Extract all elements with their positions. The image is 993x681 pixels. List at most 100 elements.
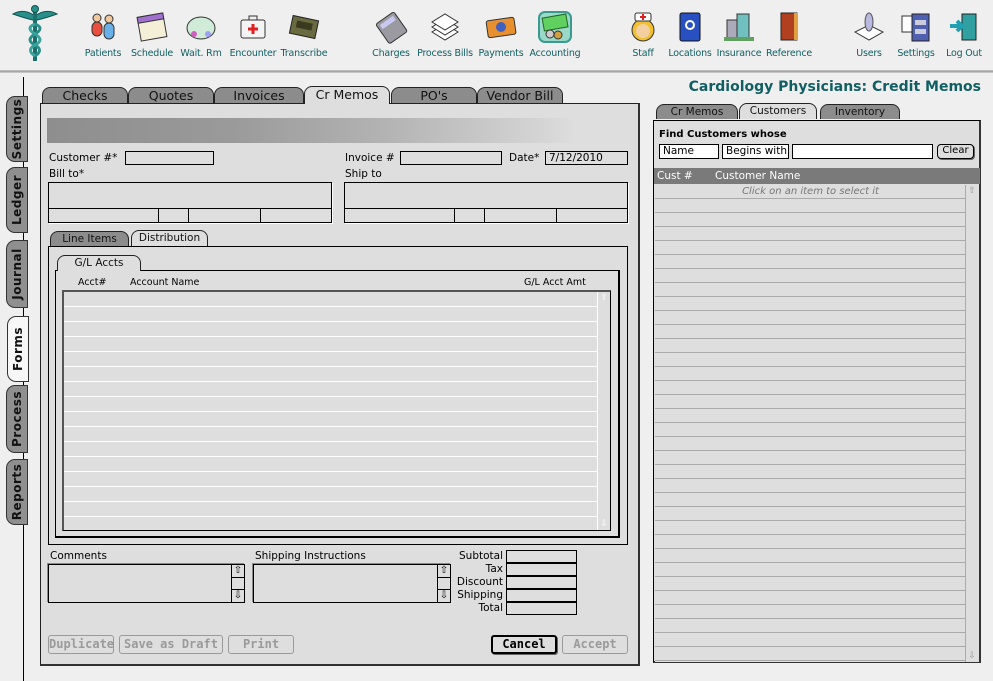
customer-table-row[interactable]: [655, 241, 966, 255]
gl-scrollbar[interactable]: ⇧ ⇩: [597, 292, 610, 530]
right-tab-cr-memos[interactable]: Cr Memos: [656, 104, 738, 119]
gl-table-row[interactable]: [64, 337, 597, 352]
gl-table-row[interactable]: [64, 382, 597, 397]
customer-table-row[interactable]: [655, 213, 966, 227]
side-tab-settings[interactable]: Settings: [6, 96, 28, 162]
right-tab-customers[interactable]: Customers: [739, 103, 817, 119]
comments-scrollbar[interactable]: ⇧ ⇩: [231, 565, 244, 602]
customer-table-row[interactable]: [655, 227, 966, 241]
gl-accounts-grid[interactable]: ⇧ ⇩: [62, 290, 611, 531]
customer-table-row[interactable]: [655, 633, 966, 647]
customer-search-input[interactable]: [792, 144, 933, 159]
duplicate-button[interactable]: Duplicate: [48, 635, 114, 654]
customer-table-row[interactable]: [655, 367, 966, 381]
side-tab-process[interactable]: Process: [6, 385, 28, 453]
scroll-down-icon[interactable]: ⇩: [598, 518, 610, 530]
tab-checks[interactable]: Checks: [42, 87, 128, 104]
gl-table-row[interactable]: [64, 322, 597, 337]
clear-button[interactable]: Clear: [937, 144, 974, 159]
toolbar-reference[interactable]: Reference: [761, 10, 817, 59]
toolbar-log-out[interactable]: Log Out: [936, 10, 992, 59]
gl-table-row[interactable]: [64, 472, 597, 487]
customer-table-row[interactable]: [655, 521, 966, 535]
accept-button[interactable]: Accept: [562, 635, 628, 654]
customer-table-row[interactable]: [655, 479, 966, 493]
tab-line-items[interactable]: Line Items: [50, 231, 129, 246]
customer-table-row[interactable]: [655, 591, 966, 605]
tab-cr-memos[interactable]: Cr Memos: [304, 86, 390, 104]
comments-textarea[interactable]: ⇧ ⇩: [48, 564, 245, 603]
gl-table-row[interactable]: [64, 442, 597, 457]
right-tab-inventory[interactable]: Inventory: [820, 104, 900, 119]
customer-table-row[interactable]: [655, 605, 966, 619]
customer-table-row[interactable]: [655, 577, 966, 591]
side-tab-forms[interactable]: Forms: [7, 316, 29, 382]
invoice-number-field[interactable]: [400, 151, 502, 165]
scroll-down-icon[interactable]: ⇩: [966, 650, 978, 662]
customer-table-row[interactable]: [655, 619, 966, 633]
customer-table-row[interactable]: [655, 353, 966, 367]
customer-table-row[interactable]: [655, 451, 966, 465]
customer-table-row[interactable]: [655, 409, 966, 423]
customer-table-row[interactable]: [655, 437, 966, 451]
customer-table-row[interactable]: [655, 535, 966, 549]
print-button[interactable]: Print: [228, 635, 294, 654]
gl-table-row[interactable]: [64, 352, 597, 367]
gl-table-row[interactable]: [64, 397, 597, 412]
customer-table-row[interactable]: [655, 339, 966, 353]
ship-to-address[interactable]: [344, 182, 628, 223]
cancel-button[interactable]: Cancel: [491, 635, 557, 654]
customer-table-row[interactable]: [655, 311, 966, 325]
scroll-down-icon[interactable]: ⇩: [232, 589, 244, 602]
customer-table-row[interactable]: [655, 549, 966, 563]
save-as-draft-button[interactable]: Save as Draft: [119, 635, 223, 654]
gl-table-row[interactable]: [64, 502, 597, 517]
gl-table-row[interactable]: [64, 307, 597, 322]
tab-quotes[interactable]: Quotes: [128, 87, 214, 104]
customer-table-row[interactable]: [655, 269, 966, 283]
customer-table-row[interactable]: [655, 297, 966, 311]
gl-table-row[interactable]: [64, 367, 597, 382]
customer-table-row[interactable]: [655, 465, 966, 479]
tab-invoices[interactable]: Invoices: [214, 87, 304, 104]
toolbar-locations[interactable]: Locations: [662, 10, 718, 59]
gl-table-row[interactable]: [64, 487, 597, 502]
customer-table-row[interactable]: [655, 493, 966, 507]
customer-list-scrollbar[interactable]: ⇧ ⇩: [965, 185, 979, 662]
toolbar-schedule[interactable]: Schedule: [124, 10, 180, 59]
shipping-instructions-textarea[interactable]: ⇧ ⇩: [253, 564, 451, 603]
scroll-up-icon[interactable]: ⇧: [598, 292, 610, 304]
list-placeholder-row[interactable]: Click on an item to select it: [655, 185, 966, 199]
tab-gl-accts[interactable]: G/L Accts: [57, 255, 141, 271]
customer-table-row[interactable]: [655, 563, 966, 577]
toolbar-charges[interactable]: Charges: [363, 10, 419, 59]
customer-table-row[interactable]: [655, 647, 966, 661]
toolbar-transcribe[interactable]: Transcribe: [276, 10, 332, 59]
bill-to-address[interactable]: [48, 182, 332, 223]
customer-table-row[interactable]: [655, 255, 966, 269]
toolbar-waiting-room[interactable]: Wait. Rm: [173, 10, 229, 59]
side-tab-reports[interactable]: Reports: [6, 459, 28, 525]
toolbar-process-bills[interactable]: Process Bills: [415, 10, 475, 59]
customer-table-row[interactable]: [655, 395, 966, 409]
gl-table-row[interactable]: [64, 457, 597, 472]
tab-pos[interactable]: PO's: [391, 87, 477, 104]
side-tab-journal[interactable]: Journal: [6, 240, 28, 308]
customer-table-row[interactable]: [655, 199, 966, 213]
scroll-up-icon[interactable]: ⇧: [966, 185, 978, 197]
toolbar-insurance[interactable]: Insurance: [711, 10, 767, 59]
customer-table-row[interactable]: [655, 325, 966, 339]
scroll-up-icon[interactable]: ⇧: [232, 565, 244, 578]
toolbar-patients[interactable]: Patients: [75, 10, 131, 59]
toolbar-accounting[interactable]: Accounting: [525, 10, 585, 59]
search-operator-select[interactable]: Begins with: [722, 144, 789, 159]
gl-table-row[interactable]: [64, 292, 597, 307]
customer-number-field[interactable]: [125, 151, 214, 165]
tab-distribution[interactable]: Distribution: [131, 230, 208, 246]
customer-table-row[interactable]: [655, 507, 966, 521]
customer-table-row[interactable]: [655, 381, 966, 395]
customer-table-row[interactable]: [655, 423, 966, 437]
customer-table-row[interactable]: [655, 283, 966, 297]
side-tab-ledger[interactable]: Ledger: [6, 167, 28, 233]
gl-table-row[interactable]: [64, 412, 597, 427]
